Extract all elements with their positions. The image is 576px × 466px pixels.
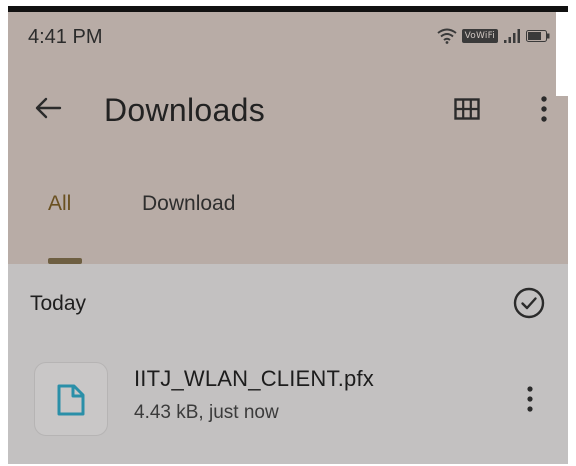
status-icons: VoWiFi [436,28,550,44]
app-bar: Downloads [8,76,568,140]
signal-icon [504,29,520,43]
back-arrow-icon[interactable] [30,90,66,126]
file-list-item[interactable]: IITJ_WLAN_CLIENT.pfx 4.43 kB, just now [8,356,568,440]
status-bar: 4:41 PM VoWiFi [8,12,568,64]
file-thumbnail [34,362,108,436]
tab-all[interactable]: All [48,192,71,216]
grid-view-icon[interactable] [454,98,480,120]
file-meta: 4.43 kB, just now [134,402,279,423]
battery-icon [526,30,550,42]
check-circle-icon[interactable] [512,286,546,320]
filter-tabs: All Download [8,192,568,228]
wifi-icon [436,28,457,44]
page-title: Downloads [104,92,266,128]
vowifi-badge: VoWiFi [461,29,498,43]
more-vert-icon[interactable] [534,94,554,124]
phone-screen: 4:41 PM VoWiFi Downloads All Download To… [8,6,568,464]
bottom-sheet: Today IITJ_WLAN_CLIENT.pfx 4.43 kB, just… [8,264,568,464]
file-name: IITJ_WLAN_CLIENT.pfx [134,366,374,391]
file-more-icon[interactable] [520,384,540,414]
status-time: 4:41 PM [28,26,103,48]
file-icon [57,384,85,416]
tab-download[interactable]: Download [142,192,235,216]
section-title: Today [30,292,87,315]
